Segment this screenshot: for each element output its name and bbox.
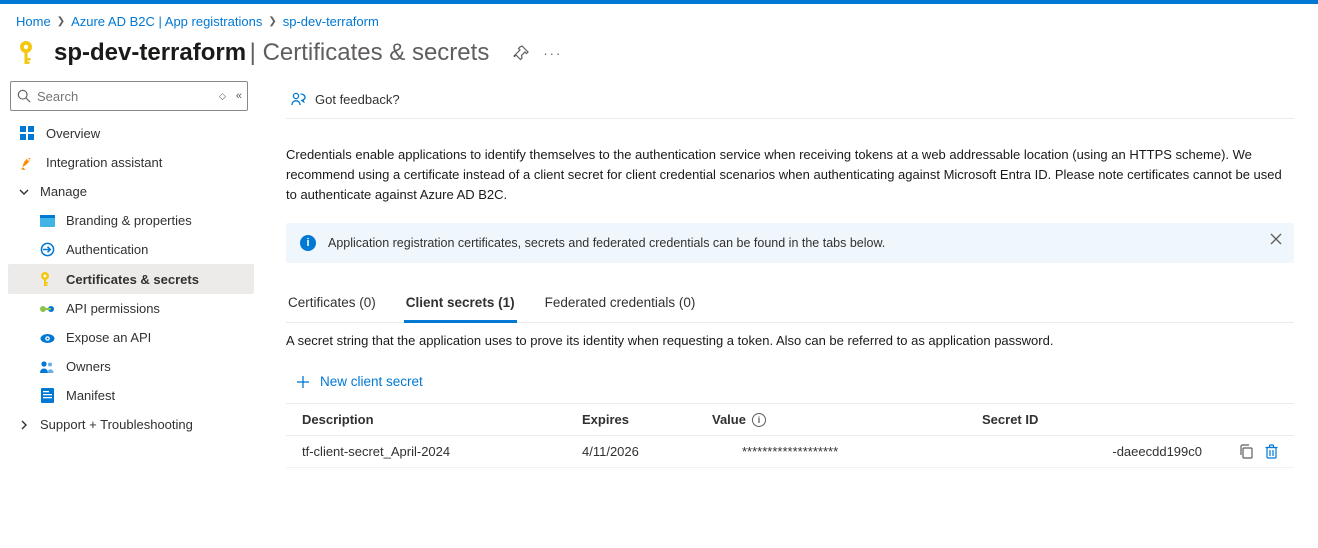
- close-icon[interactable]: [1270, 233, 1282, 245]
- chevron-right-icon: ❯: [268, 16, 276, 27]
- breadcrumb: Home ❯ Azure AD B2C | App registrations …: [0, 4, 1318, 35]
- sidebar: ◇ « Overview Integration assistant Manag…: [0, 81, 262, 492]
- key-icon: [38, 271, 56, 287]
- sidebar-item-expose-api[interactable]: Expose an API: [8, 323, 254, 352]
- owners-icon: [38, 360, 56, 373]
- sidebar-group-support[interactable]: Support + Troubleshooting: [8, 410, 254, 439]
- branding-icon: [38, 215, 56, 227]
- table-header: Description Expires Value i Secret ID: [286, 403, 1294, 436]
- content: Got feedback? Credentials enable applica…: [262, 81, 1318, 492]
- sidebar-item-label: Branding & properties: [66, 213, 192, 228]
- collapse-icon[interactable]: «: [236, 90, 242, 102]
- sidebar-item-api-permissions[interactable]: API permissions: [8, 294, 254, 323]
- row-actions: [1208, 444, 1278, 459]
- th-value: Value i: [712, 412, 982, 427]
- tab-federated[interactable]: Federated credentials (0): [543, 289, 698, 322]
- th-expires: Expires: [582, 412, 712, 427]
- breadcrumb-home[interactable]: Home: [16, 14, 51, 29]
- expose-api-icon: [38, 331, 56, 344]
- tabs: Certificates (0) Client secrets (1) Fede…: [286, 289, 1294, 323]
- sidebar-item-label: Expose an API: [66, 330, 151, 345]
- th-description: Description: [302, 412, 582, 427]
- app-name: sp-dev-terraform: [54, 39, 246, 66]
- sidebar-item-owners[interactable]: Owners: [8, 352, 254, 381]
- section-name: Certificates & secrets: [263, 39, 490, 66]
- manifest-icon: [38, 388, 56, 403]
- sidebar-item-label: Authentication: [66, 242, 148, 257]
- breadcrumb-app[interactable]: sp-dev-terraform: [283, 14, 379, 29]
- cell-value: *******************: [712, 444, 982, 459]
- chevron-right-icon: ❯: [57, 16, 65, 27]
- sidebar-item-label: Integration assistant: [46, 155, 162, 170]
- api-permissions-icon: [38, 303, 56, 315]
- sidebar-group-manage[interactable]: Manage: [8, 177, 254, 206]
- more-icon[interactable]: ···: [543, 46, 562, 61]
- info-icon: i: [300, 235, 316, 251]
- table-row: tf-client-secret_April-2024 4/11/2026 **…: [286, 436, 1294, 468]
- sidebar-item-label: Manifest: [66, 388, 115, 403]
- copy-icon[interactable]: [1239, 444, 1253, 459]
- feedback-icon: [290, 91, 307, 108]
- secrets-table: Description Expires Value i Secret ID tf…: [286, 403, 1294, 468]
- info-banner: i Application registration certificates,…: [286, 223, 1294, 263]
- delete-icon[interactable]: [1265, 444, 1278, 459]
- tab-client-secrets[interactable]: Client secrets (1): [404, 289, 517, 323]
- new-client-secret-label: New client secret: [320, 374, 423, 389]
- diamond-icon: ◇: [219, 91, 226, 102]
- chevron-down-icon: [18, 187, 30, 197]
- new-client-secret-button[interactable]: New client secret: [286, 366, 1294, 403]
- chevron-right-icon: [18, 420, 30, 430]
- sidebar-item-integration[interactable]: Integration assistant: [8, 148, 254, 177]
- info-banner-text: Application registration certificates, s…: [328, 236, 885, 250]
- sidebar-group-label: Manage: [40, 184, 87, 199]
- sidebar-item-branding[interactable]: Branding & properties: [8, 206, 254, 235]
- tab-certificates[interactable]: Certificates (0): [286, 289, 378, 322]
- search-input[interactable]: [37, 89, 213, 104]
- page-title-row: sp-dev-terraform | Certificates & secret…: [0, 35, 1318, 81]
- title-separator: |: [250, 39, 263, 66]
- sidebar-item-label: Overview: [46, 126, 100, 141]
- auth-icon: [38, 242, 56, 257]
- feedback-button[interactable]: Got feedback?: [290, 91, 400, 108]
- key-icon: [16, 40, 44, 66]
- sidebar-item-manifest[interactable]: Manifest: [8, 381, 254, 410]
- cell-expires: 4/11/2026: [582, 444, 712, 459]
- sidebar-item-label: Certificates & secrets: [66, 272, 199, 287]
- search-icon: [17, 89, 31, 103]
- search-box[interactable]: ◇ «: [10, 81, 248, 111]
- pin-icon[interactable]: [513, 45, 529, 61]
- sidebar-item-label: API permissions: [66, 301, 160, 316]
- sidebar-item-authentication[interactable]: Authentication: [8, 235, 254, 264]
- sidebar-item-certificates-secrets[interactable]: Certificates & secrets: [8, 264, 254, 294]
- info-icon[interactable]: i: [752, 413, 766, 427]
- toolbar: Got feedback?: [286, 81, 1294, 119]
- cell-secret-id: -daeecdd199c0: [982, 444, 1208, 459]
- feedback-label: Got feedback?: [315, 92, 400, 107]
- page-title: sp-dev-terraform | Certificates & secret…: [54, 39, 489, 67]
- plus-icon: [296, 375, 310, 389]
- breadcrumb-b2c[interactable]: Azure AD B2C | App registrations: [71, 14, 262, 29]
- sidebar-item-overview[interactable]: Overview: [8, 119, 254, 148]
- rocket-icon: [18, 155, 36, 170]
- th-secret-id: Secret ID: [982, 412, 1208, 427]
- tab-description: A secret string that the application use…: [286, 333, 1294, 348]
- grid-icon: [18, 126, 36, 141]
- cell-description: tf-client-secret_April-2024: [302, 444, 582, 459]
- intro-text: Credentials enable applications to ident…: [286, 145, 1286, 205]
- sidebar-group-label: Support + Troubleshooting: [40, 417, 193, 432]
- sidebar-item-label: Owners: [66, 359, 111, 374]
